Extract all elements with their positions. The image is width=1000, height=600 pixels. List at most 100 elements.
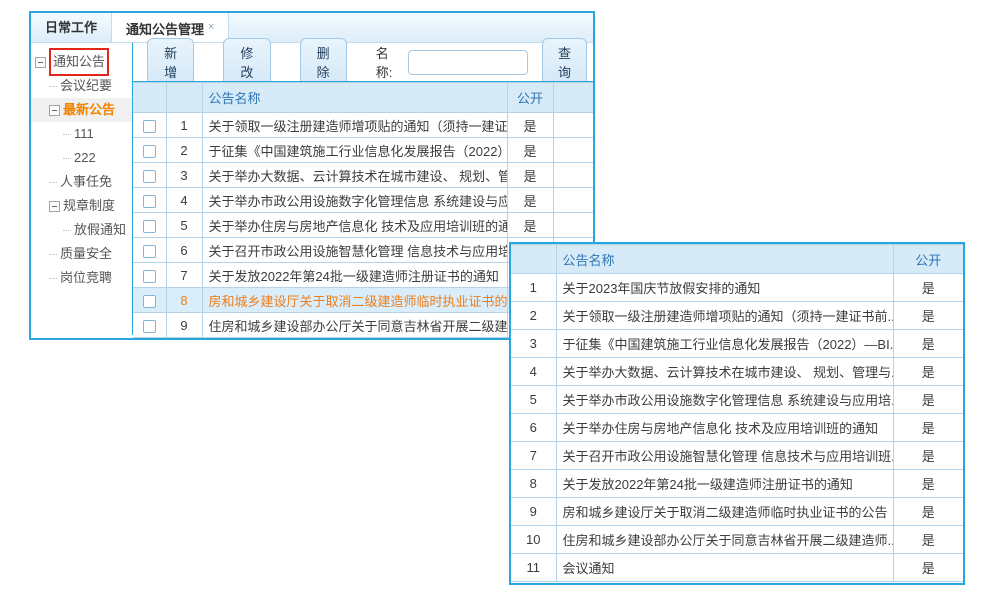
add-button[interactable]: 新增 bbox=[147, 38, 194, 86]
table-row[interactable]: 4关于举办市政公用设施数字化管理信息 系统建设与应用培...是 bbox=[133, 188, 593, 213]
row-number: 10 bbox=[511, 526, 556, 554]
name-filter-label: 名称: bbox=[376, 43, 402, 81]
announcement-title[interactable]: 关于举办住房与房地产信息化 技术及应用培训班的通知 bbox=[556, 414, 893, 442]
delete-button[interactable]: 删除 bbox=[300, 38, 347, 86]
empty-cell bbox=[553, 163, 593, 188]
tree-item-label: 质量安全 bbox=[60, 242, 112, 266]
table-row[interactable]: 9房和城乡建设厅关于取消二级建造师临时执业证书的公告是 bbox=[511, 498, 963, 526]
announcement-title[interactable]: 关于召开市政公用设施智慧化管理 信息技术与应用培训班... bbox=[556, 442, 893, 470]
collapse-icon[interactable] bbox=[49, 105, 60, 116]
table-row[interactable]: 2关于领取一级注册建造师增项贴的通知（须持一建证书前...是 bbox=[511, 302, 963, 330]
number-column-header bbox=[511, 245, 556, 274]
public-flag: 是 bbox=[893, 302, 963, 330]
edit-button[interactable]: 修改 bbox=[223, 38, 270, 86]
tree-item-label: 通知公告 bbox=[49, 48, 109, 76]
tab-notice-management-label: 通知公告管理 bbox=[126, 22, 204, 37]
tree-item-label: 放假通知 bbox=[74, 218, 126, 242]
public-column-header: 公开 bbox=[893, 245, 963, 274]
notice-tree-sidebar: 通知公告会议纪要最新公告111222人事任免规章制度放假通知质量安全岗位竞聘 bbox=[31, 43, 132, 335]
table-row[interactable]: 7关于召开市政公用设施智慧化管理 信息技术与应用培训班...是 bbox=[511, 442, 963, 470]
tree-item-8[interactable]: 质量安全 bbox=[31, 242, 132, 266]
row-checkbox[interactable] bbox=[143, 195, 156, 208]
public-flag: 是 bbox=[893, 498, 963, 526]
table-row[interactable]: 5关于举办住房与房地产信息化 技术及应用培训班的通知是 bbox=[133, 213, 593, 238]
row-checkbox-cell bbox=[133, 238, 166, 263]
announcement-title[interactable]: 关于领取一级注册建造师增项贴的通知（须持一建证书前... bbox=[202, 113, 507, 138]
tree-item-label: 人事任免 bbox=[60, 170, 112, 194]
row-checkbox[interactable] bbox=[143, 145, 156, 158]
announcement-title[interactable]: 关于举办大数据、云计算技术在城市建设、 规划、管理与... bbox=[202, 163, 507, 188]
table-row[interactable]: 3于征集《中国建筑施工行业信息化发展报告（2022）—BI...是 bbox=[511, 330, 963, 358]
announcement-title[interactable]: 关于领取一级注册建造师增项贴的通知（须持一建证书前... bbox=[556, 302, 893, 330]
announcement-title[interactable]: 住房和城乡建设部办公厅关于同意吉林省开展二级建造师... bbox=[202, 313, 507, 338]
tree-connector bbox=[63, 158, 71, 159]
tree-item-label: 规章制度 bbox=[63, 194, 115, 218]
table-row[interactable]: 2于征集《中国建筑施工行业信息化发展报告（2022）—BI...是 bbox=[133, 138, 593, 163]
announcement-title[interactable]: 会议通知 bbox=[556, 554, 893, 582]
tree-item-2[interactable]: 最新公告 bbox=[31, 98, 132, 122]
row-checkbox[interactable] bbox=[143, 245, 156, 258]
public-flag: 是 bbox=[893, 358, 963, 386]
row-number: 3 bbox=[166, 163, 202, 188]
tree-connector bbox=[63, 230, 71, 231]
table-row[interactable]: 11会议通知是 bbox=[511, 554, 963, 582]
row-checkbox[interactable] bbox=[143, 270, 156, 283]
row-number: 2 bbox=[511, 302, 556, 330]
announcement-title[interactable]: 关于举办住房与房地产信息化 技术及应用培训班的通知 bbox=[202, 213, 507, 238]
row-checkbox-cell bbox=[133, 263, 166, 288]
row-number: 1 bbox=[166, 113, 202, 138]
table-header-row: 公告名称 公开 bbox=[511, 245, 963, 274]
announcement-title[interactable]: 于征集《中国建筑施工行业信息化发展报告（2022）—BI... bbox=[202, 138, 507, 163]
number-column-header bbox=[166, 83, 202, 113]
announcement-title[interactable]: 关于发放2022年第24批一级建造师注册证书的通知 bbox=[556, 470, 893, 498]
tree-item-4[interactable]: 222 bbox=[31, 146, 132, 170]
tree-item-1[interactable]: 会议纪要 bbox=[31, 74, 132, 98]
row-number: 11 bbox=[511, 554, 556, 582]
announcement-title[interactable]: 关于举办市政公用设施数字化管理信息 系统建设与应用培... bbox=[202, 188, 507, 213]
empty-column-header bbox=[553, 83, 593, 113]
tree-item-label: 111 bbox=[74, 122, 94, 146]
tree-item-6[interactable]: 规章制度 bbox=[31, 194, 132, 218]
announcement-title[interactable]: 关于举办大数据、云计算技术在城市建设、 规划、管理与... bbox=[556, 358, 893, 386]
row-checkbox[interactable] bbox=[143, 320, 156, 333]
row-checkbox[interactable] bbox=[143, 170, 156, 183]
table-row[interactable]: 1关于2023年国庆节放假安排的通知是 bbox=[511, 274, 963, 302]
search-button[interactable]: 查询 bbox=[542, 38, 587, 86]
table-row[interactable]: 5关于举办市政公用设施数字化管理信息 系统建设与应用培...是 bbox=[511, 386, 963, 414]
table-row[interactable]: 8关于发放2022年第24批一级建造师注册证书的通知是 bbox=[511, 470, 963, 498]
tree-item-9[interactable]: 岗位竞聘 bbox=[31, 266, 132, 290]
tree-connector bbox=[49, 86, 57, 87]
row-checkbox[interactable] bbox=[143, 220, 156, 233]
name-filter-input[interactable] bbox=[408, 50, 528, 75]
tree-item-7[interactable]: 放假通知 bbox=[31, 218, 132, 242]
announcement-title[interactable]: 住房和城乡建设部办公厅关于同意吉林省开展二级建造师... bbox=[556, 526, 893, 554]
public-flag: 是 bbox=[507, 113, 553, 138]
tree-item-5[interactable]: 人事任免 bbox=[31, 170, 132, 194]
announcement-title[interactable]: 关于2023年国庆节放假安排的通知 bbox=[556, 274, 893, 302]
tree-item-0[interactable]: 通知公告 bbox=[31, 50, 132, 74]
tab-daily-work[interactable]: 日常工作 bbox=[31, 13, 111, 42]
row-checkbox[interactable] bbox=[143, 120, 156, 133]
announcement-title[interactable]: 房和城乡建设厅关于取消二级建造师临时执业证书的公告 bbox=[556, 498, 893, 526]
announcement-title[interactable]: 房和城乡建设厅关于取消二级建造师临时执业证书的公告 bbox=[202, 288, 507, 313]
collapse-icon[interactable] bbox=[49, 201, 60, 212]
announcement-title[interactable]: 于征集《中国建筑施工行业信息化发展报告（2022）—BI... bbox=[556, 330, 893, 358]
table-row[interactable]: 4关于举办大数据、云计算技术在城市建设、 规划、管理与...是 bbox=[511, 358, 963, 386]
close-icon[interactable]: × bbox=[208, 21, 214, 33]
public-flag: 是 bbox=[893, 442, 963, 470]
row-number: 4 bbox=[511, 358, 556, 386]
announcement-title[interactable]: 关于举办市政公用设施数字化管理信息 系统建设与应用培... bbox=[556, 386, 893, 414]
public-flag: 是 bbox=[507, 138, 553, 163]
table-row[interactable]: 10住房和城乡建设部办公厅关于同意吉林省开展二级建造师...是 bbox=[511, 526, 963, 554]
collapse-icon[interactable] bbox=[35, 57, 46, 68]
tree-item-label: 会议纪要 bbox=[60, 74, 112, 98]
announcement-title[interactable]: 关于发放2022年第24批一级建造师注册证书的通知 bbox=[202, 263, 507, 288]
table-row[interactable]: 6关于举办住房与房地产信息化 技术及应用培训班的通知是 bbox=[511, 414, 963, 442]
tree-item-3[interactable]: 111 bbox=[31, 122, 132, 146]
table-row[interactable]: 3关于举办大数据、云计算技术在城市建设、 规划、管理与...是 bbox=[133, 163, 593, 188]
empty-cell bbox=[553, 188, 593, 213]
announcement-title[interactable]: 关于召开市政公用设施智慧化管理 信息技术与应用培训班... bbox=[202, 238, 507, 263]
table-row[interactable]: 1关于领取一级注册建造师增项贴的通知（须持一建证书前...是 bbox=[133, 113, 593, 138]
row-checkbox[interactable] bbox=[143, 295, 156, 308]
public-flag: 是 bbox=[507, 213, 553, 238]
